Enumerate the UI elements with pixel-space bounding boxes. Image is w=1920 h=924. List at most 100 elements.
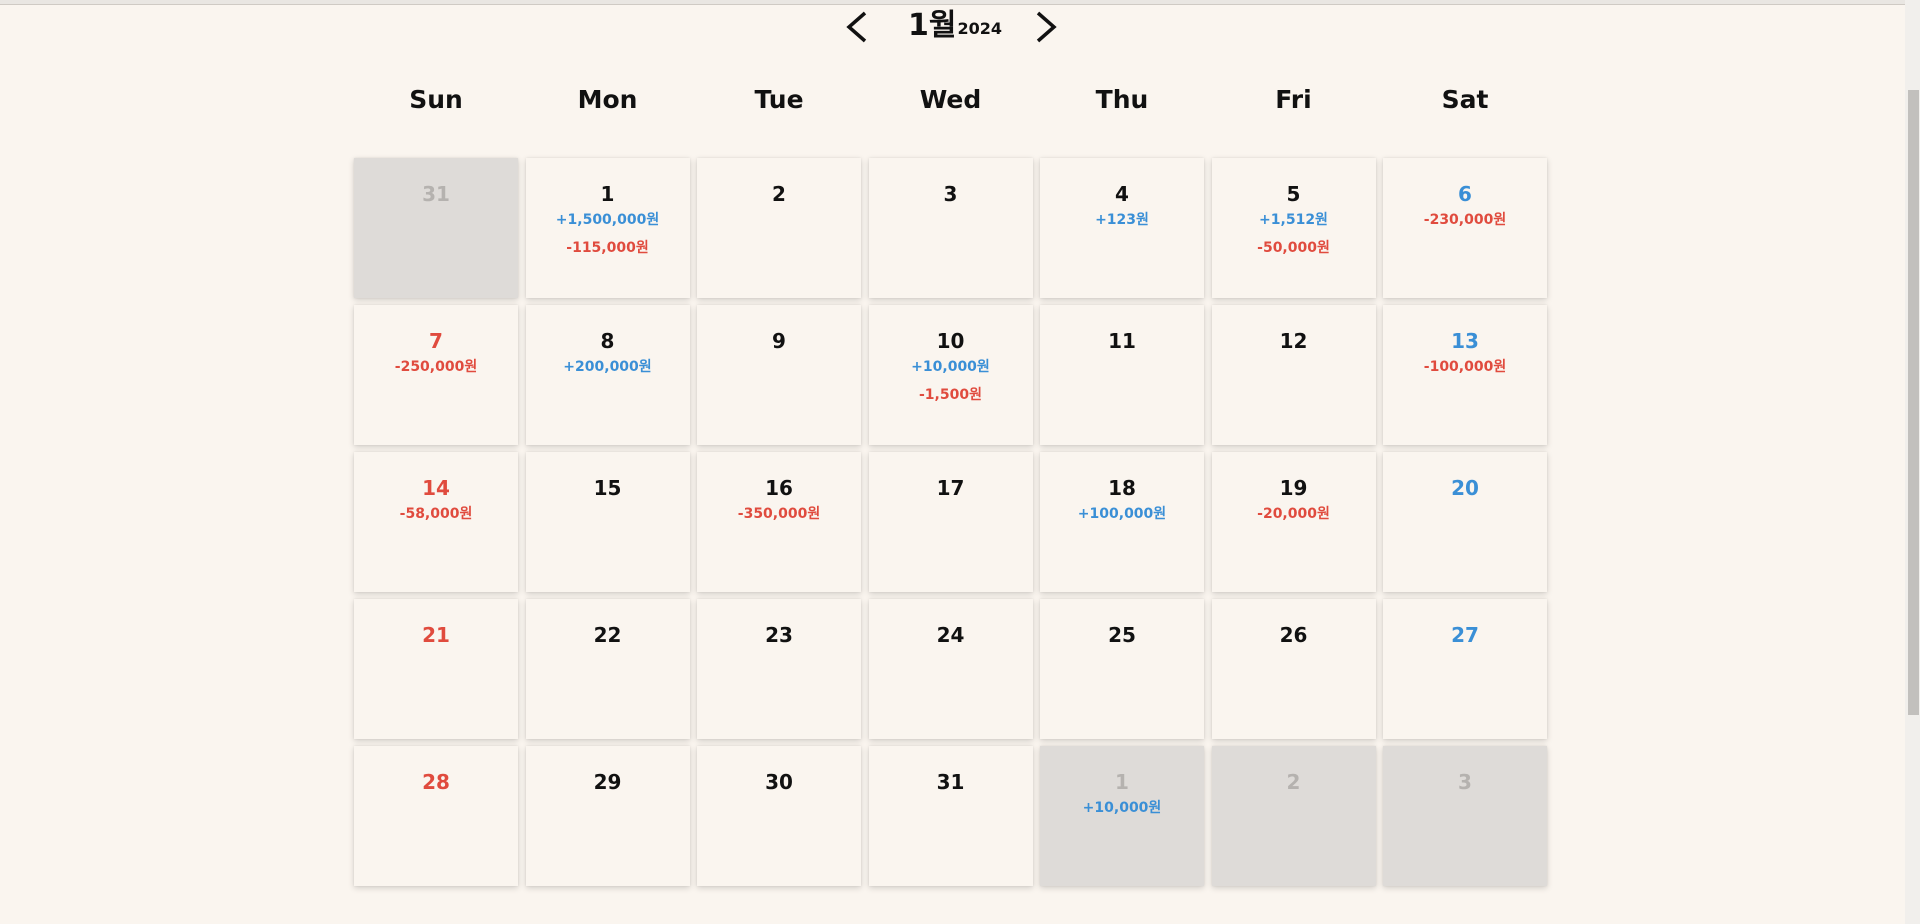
day-number: 13 (1451, 329, 1479, 353)
day-number: 7 (429, 329, 443, 353)
calendar-day-cell[interactable]: 24 (868, 599, 1033, 739)
year-label: 2024 (957, 19, 1003, 38)
day-number: 2 (1286, 770, 1301, 794)
day-number: 30 (765, 770, 793, 794)
day-number: 22 (593, 623, 622, 647)
calendar-day-cell[interactable]: 20 (1383, 452, 1547, 592)
day-number: 1 (600, 182, 615, 206)
calendar-day-cell[interactable]: 3 (868, 158, 1033, 298)
day-number: 6 (1458, 182, 1472, 206)
weekday-sat: Sat (1441, 85, 1489, 114)
calendar-day-cell[interactable]: 7 -250,000원 (354, 305, 518, 445)
income-amount: +1,512원 (1259, 212, 1328, 228)
day-number: 19 (1279, 476, 1308, 500)
expense-amount: -115,000원 (566, 240, 649, 256)
day-number: 14 (422, 476, 450, 500)
day-number: 15 (593, 476, 622, 500)
calendar-day-cell[interactable]: 26 (1211, 599, 1376, 739)
calendar-day-cell[interactable]: 5 +1,512원 -50,000원 (1211, 158, 1376, 298)
calendar-day-cell[interactable]: 9 (697, 305, 861, 445)
income-amount: +100,000원 (1077, 506, 1167, 522)
calendar-day-cell[interactable]: 1 +1,500,000원 -115,000원 (525, 158, 690, 298)
expense-amount: -250,000원 (394, 359, 478, 375)
day-number: 29 (593, 770, 622, 794)
weekday-mon: Mon (577, 85, 638, 114)
chevron-right-icon[interactable] (1032, 9, 1060, 45)
income-amount: +200,000원 (563, 359, 652, 375)
weekday-sun: Sun (409, 85, 463, 114)
expense-amount: -230,000원 (1423, 212, 1507, 228)
income-amount: +10,000원 (1082, 800, 1162, 816)
calendar-day-cell[interactable]: 27 (1383, 599, 1547, 739)
calendar-day-cell[interactable]: 30 (697, 746, 861, 886)
calendar-day-cell[interactable]: 12 (1211, 305, 1376, 445)
day-number: 28 (422, 770, 450, 794)
calendar-day-cell[interactable]: 25 (1040, 599, 1204, 739)
calendar-day-cell[interactable]: 11 (1040, 305, 1204, 445)
day-number: 18 (1108, 476, 1136, 500)
day-number: 24 (936, 623, 965, 647)
day-number: 25 (1108, 623, 1136, 647)
day-number: 11 (1108, 329, 1136, 353)
calendar-grid: 31 1 +1,500,000원 -115,000원 2 3 4 +123원 5 +1,512원 -… (354, 158, 1548, 886)
calendar-day-cell[interactable]: 16 -350,000원 (697, 452, 861, 592)
expense-amount: -1,500원 (919, 387, 982, 403)
day-number: 17 (936, 476, 965, 500)
calendar-day-cell[interactable]: 6 -230,000원 (1383, 158, 1547, 298)
day-number: 9 (772, 329, 786, 353)
calendar-day-cell[interactable]: 13 -100,000원 (1383, 305, 1547, 445)
weekday-tue: Tue (754, 85, 804, 114)
calendar-day-cell[interactable]: 17 (868, 452, 1033, 592)
day-number: 16 (765, 476, 793, 500)
income-amount: +1,500,000원 (555, 212, 660, 228)
day-number: 12 (1279, 329, 1308, 353)
expense-amount: -20,000원 (1257, 506, 1330, 522)
calendar-day-cell[interactable]: 18 +100,000원 (1040, 452, 1204, 592)
calendar-day-cell[interactable]: 31 (354, 158, 518, 298)
calendar-header: 1월 2024 (0, 0, 1905, 50)
weekday-fri: Fri (1275, 85, 1312, 114)
day-number: 20 (1451, 476, 1479, 500)
day-number: 3 (1458, 770, 1472, 794)
weekday-header-row: Sun Mon Tue Wed Thu Fri Sat (354, 78, 1548, 122)
day-number: 2 (772, 182, 786, 206)
calendar-day-cell[interactable]: 3 (1383, 746, 1547, 886)
day-number: 31 (936, 770, 965, 794)
calendar-day-cell[interactable]: 2 (697, 158, 861, 298)
weekday-wed: Wed (919, 85, 982, 114)
day-number: 31 (422, 182, 450, 206)
expense-amount: -350,000원 (737, 506, 821, 522)
scrollbar-thumb[interactable] (1908, 90, 1919, 715)
month-label: 1월 (908, 8, 957, 43)
day-number: 10 (936, 329, 965, 353)
calendar-day-cell[interactable]: 1 +10,000원 (1040, 746, 1204, 886)
income-amount: +10,000원 (911, 359, 990, 375)
calendar-day-cell[interactable]: 29 (525, 746, 690, 886)
calendar-day-cell[interactable]: 14 -58,000원 (354, 452, 518, 592)
calendar-day-cell[interactable]: 19 -20,000원 (1211, 452, 1376, 592)
calendar-day-cell[interactable]: 22 (525, 599, 690, 739)
calendar-day-cell[interactable]: 31 (868, 746, 1033, 886)
day-number: 26 (1279, 623, 1308, 647)
calendar-day-cell[interactable]: 15 (525, 452, 690, 592)
calendar-day-cell[interactable]: 8 +200,000원 (525, 305, 690, 445)
calendar-day-cell[interactable]: 2 (1211, 746, 1376, 886)
calendar-day-cell[interactable]: 28 (354, 746, 518, 886)
day-number: 27 (1451, 623, 1479, 647)
day-number: 4 (1115, 182, 1129, 206)
month-title: 1월 2024 (908, 2, 1002, 46)
expense-amount: -100,000원 (1423, 359, 1507, 375)
weekday-thu: Thu (1095, 85, 1149, 114)
chevron-left-icon[interactable] (843, 9, 871, 45)
expense-amount: -50,000원 (1257, 240, 1330, 256)
income-amount: +123원 (1095, 212, 1149, 228)
calendar-day-cell[interactable]: 4 +123원 (1040, 158, 1204, 298)
day-number: 23 (765, 623, 793, 647)
calendar-day-cell[interactable]: 10 +10,000원 -1,500원 (868, 305, 1033, 445)
day-number: 1 (1115, 770, 1129, 794)
day-number: 8 (600, 329, 615, 353)
calendar-day-cell[interactable]: 23 (697, 599, 861, 739)
calendar-day-cell[interactable]: 21 (354, 599, 518, 739)
expense-amount: -58,000원 (399, 506, 473, 522)
scrollbar[interactable] (1905, 0, 1920, 924)
